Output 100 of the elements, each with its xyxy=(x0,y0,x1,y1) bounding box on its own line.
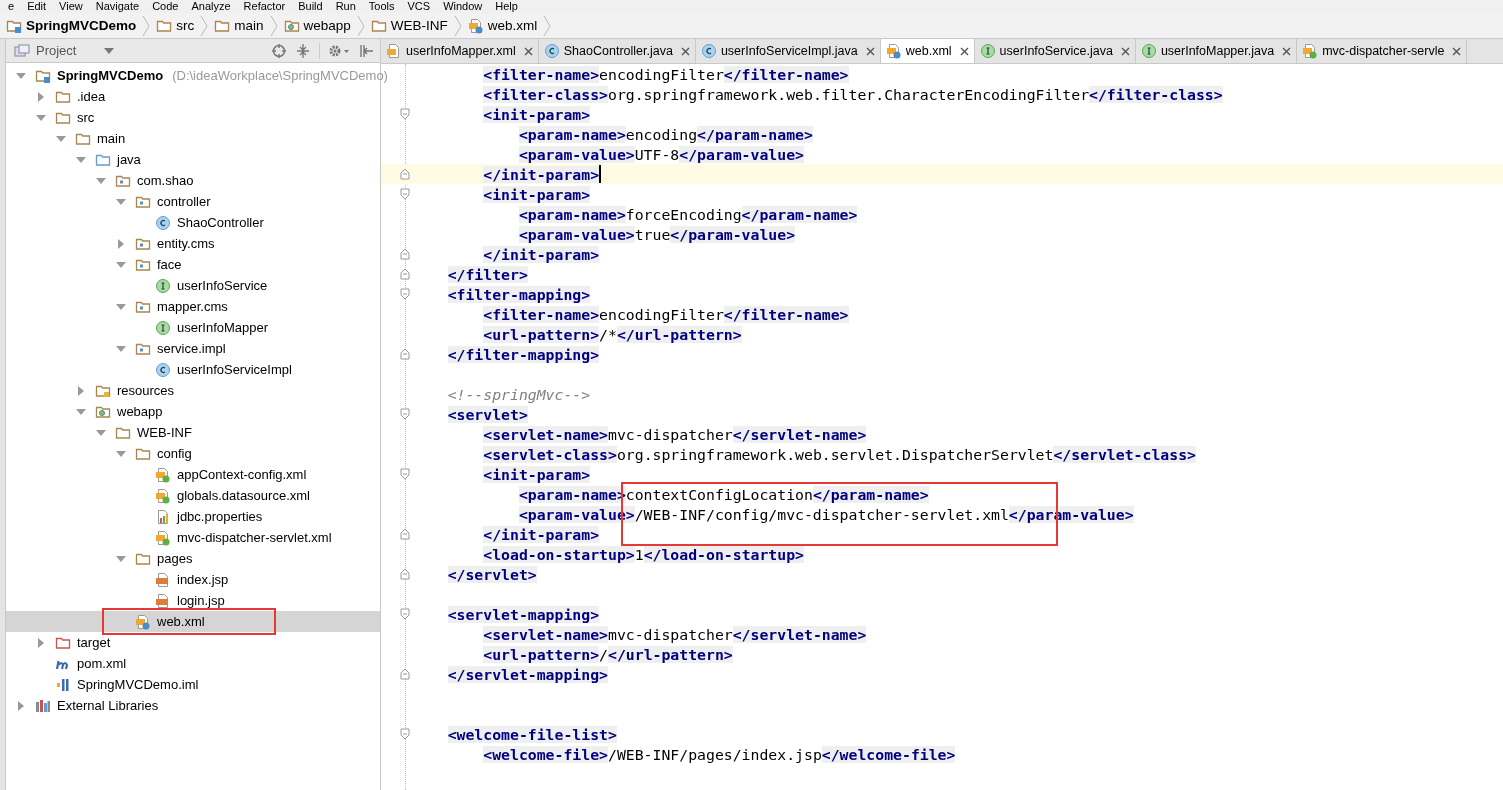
menu-item[interactable]: Refactor xyxy=(243,0,286,13)
code-line: <param-value>true</param-value> xyxy=(518,225,796,243)
tree-item[interactable]: resources xyxy=(6,380,380,401)
tree-item[interactable]: login.jsp xyxy=(6,590,380,611)
menu-item[interactable]: Run xyxy=(335,0,356,13)
fold-end-icon[interactable] xyxy=(400,528,410,540)
editor-tab[interactable]: userInfoService.java xyxy=(974,39,1136,63)
menu-item[interactable]: View xyxy=(59,0,83,13)
menu-item[interactable]: Build xyxy=(298,0,323,13)
tree-item[interactable]: java xyxy=(6,149,380,170)
collapse-all-icon[interactable] xyxy=(295,42,311,59)
tree-item[interactable]: config xyxy=(6,443,380,464)
breadcrumb-item[interactable]: WEB-INF xyxy=(366,17,452,34)
tree-item[interactable]: target xyxy=(6,632,380,653)
code-line: <param-name>encoding</param-name> xyxy=(518,125,813,143)
breadcrumb-item[interactable]: main xyxy=(210,17,268,34)
jsp-file-icon xyxy=(155,571,171,588)
menu-item[interactable]: Navigate xyxy=(95,0,140,13)
code-line: <url-pattern>/*</url-pattern> xyxy=(483,325,742,343)
close-icon[interactable] xyxy=(523,46,533,56)
tree-item[interactable]: userInfoServiceImpl xyxy=(6,359,380,380)
tree-item[interactable]: service.impl xyxy=(6,338,380,359)
menu-item[interactable]: Edit xyxy=(27,0,47,13)
breadcrumb-item[interactable]: src xyxy=(152,17,199,34)
tree-item[interactable]: SpringMVCDemo.iml xyxy=(6,674,380,695)
interface-icon xyxy=(979,43,996,59)
window-icon xyxy=(14,43,30,58)
tree-item[interactable]: External Libraries xyxy=(6,695,380,716)
editor-tab[interactable]: userInfoServiceImpl.java xyxy=(695,39,881,63)
code-line: <filter-name>encodingFilter</filter-name> xyxy=(483,65,849,83)
fold-start-icon[interactable] xyxy=(400,108,410,120)
menu-item[interactable]: VCS xyxy=(407,0,431,13)
fold-end-icon[interactable] xyxy=(400,168,410,180)
fold-start-icon[interactable] xyxy=(400,408,410,420)
close-icon[interactable] xyxy=(1282,46,1292,56)
tree-item[interactable]: face xyxy=(6,254,380,275)
menu-item[interactable]: Tools xyxy=(368,0,395,13)
fold-end-icon[interactable] xyxy=(400,568,410,580)
tree-item[interactable]: ShaoController xyxy=(6,212,380,233)
tree-item[interactable]: entity.cms xyxy=(6,233,380,254)
fold-start-icon[interactable] xyxy=(400,468,410,480)
fold-end-icon[interactable] xyxy=(400,348,410,360)
code-line: <load-on-startup>1</load-on-startup> xyxy=(483,545,804,563)
hide-panel-icon[interactable] xyxy=(358,42,374,59)
close-icon[interactable] xyxy=(1452,46,1462,56)
editor-tab[interactable]: mvc-dispatcher-servle xyxy=(1297,39,1468,63)
tree-item[interactable]: webapp xyxy=(6,401,380,422)
editor-tab[interactable]: ShaoController.java xyxy=(538,39,696,63)
fold-start-icon[interactable] xyxy=(400,288,410,300)
fold-end-icon[interactable] xyxy=(400,668,410,680)
code-line: <param-name>forceEncoding</param-name> xyxy=(518,205,858,223)
close-icon[interactable] xyxy=(1120,46,1130,56)
close-icon[interactable] xyxy=(680,46,690,56)
breadcrumb-item[interactable]: web.xml xyxy=(463,17,542,34)
class-icon xyxy=(155,361,171,378)
menu-item[interactable]: Help xyxy=(495,0,518,13)
interface-icon xyxy=(1140,43,1157,59)
menu-item[interactable]: Code xyxy=(152,0,179,13)
editor-tab[interactable]: userInfoMapper.xml xyxy=(381,39,539,63)
tree-item[interactable]: .idea xyxy=(6,86,380,107)
xml-file-icon xyxy=(155,487,171,504)
tree-item[interactable]: userInfoMapper xyxy=(6,317,380,338)
tree-item[interactable]: appContext-config.xml xyxy=(6,464,380,485)
tree-item[interactable]: com.shao xyxy=(6,170,380,191)
fold-end-icon[interactable] xyxy=(400,268,410,280)
tree-item[interactable]: main xyxy=(6,128,380,149)
tree-item[interactable]: mapper.cms xyxy=(6,296,380,317)
library-icon xyxy=(35,697,51,714)
tree-item[interactable]: index.jsp xyxy=(6,569,380,590)
tree-item[interactable]: pom.xml xyxy=(6,653,380,674)
menu-item[interactable]: e xyxy=(8,0,15,13)
tree-item[interactable]: WEB-INF xyxy=(6,422,380,443)
class-icon xyxy=(543,43,560,59)
editor-tab[interactable]: web.xml xyxy=(880,39,975,63)
tree-item[interactable]: userInfoService xyxy=(6,275,380,296)
tree-item[interactable]: globals.datasource.xml xyxy=(6,485,380,506)
tree-item[interactable]: pages xyxy=(6,548,380,569)
locate-icon[interactable] xyxy=(271,42,287,59)
code-line: <filter-class>org.springframework.web.filter.CharacterEncodingFilter</filter-class> xyxy=(483,85,1223,103)
fold-start-icon[interactable] xyxy=(400,608,410,620)
fold-start-icon[interactable] xyxy=(400,728,410,740)
tree-item[interactable]: web.xml xyxy=(6,611,380,632)
editor-tab[interactable]: userInfoMapper.java xyxy=(1135,39,1298,63)
tree-item[interactable]: mvc-dispatcher-servlet.xml xyxy=(6,527,380,548)
tree-item[interactable]: jdbc.properties xyxy=(6,506,380,527)
menu-item[interactable]: Analyze xyxy=(191,0,231,13)
close-icon[interactable] xyxy=(865,46,875,56)
chevron-icon xyxy=(453,14,462,37)
tree-item[interactable]: controller xyxy=(6,191,380,212)
fold-start-icon[interactable] xyxy=(400,188,410,200)
code-line: <servlet-name>mvc-dispatcher</servlet-name> xyxy=(483,625,867,643)
xml-file-icon xyxy=(1302,43,1319,59)
project-view-selector[interactable]: Project xyxy=(14,43,114,58)
menu-item[interactable]: Window xyxy=(443,0,483,13)
code-line: <url-pattern>/</url-pattern> xyxy=(483,645,733,663)
close-icon[interactable] xyxy=(959,46,969,56)
breadcrumb-item[interactable]: webapp xyxy=(279,17,355,34)
fold-end-icon[interactable] xyxy=(400,248,410,260)
breadcrumb-item[interactable]: SpringMVCDemo xyxy=(2,17,141,34)
tree-item[interactable]: src xyxy=(6,107,380,128)
